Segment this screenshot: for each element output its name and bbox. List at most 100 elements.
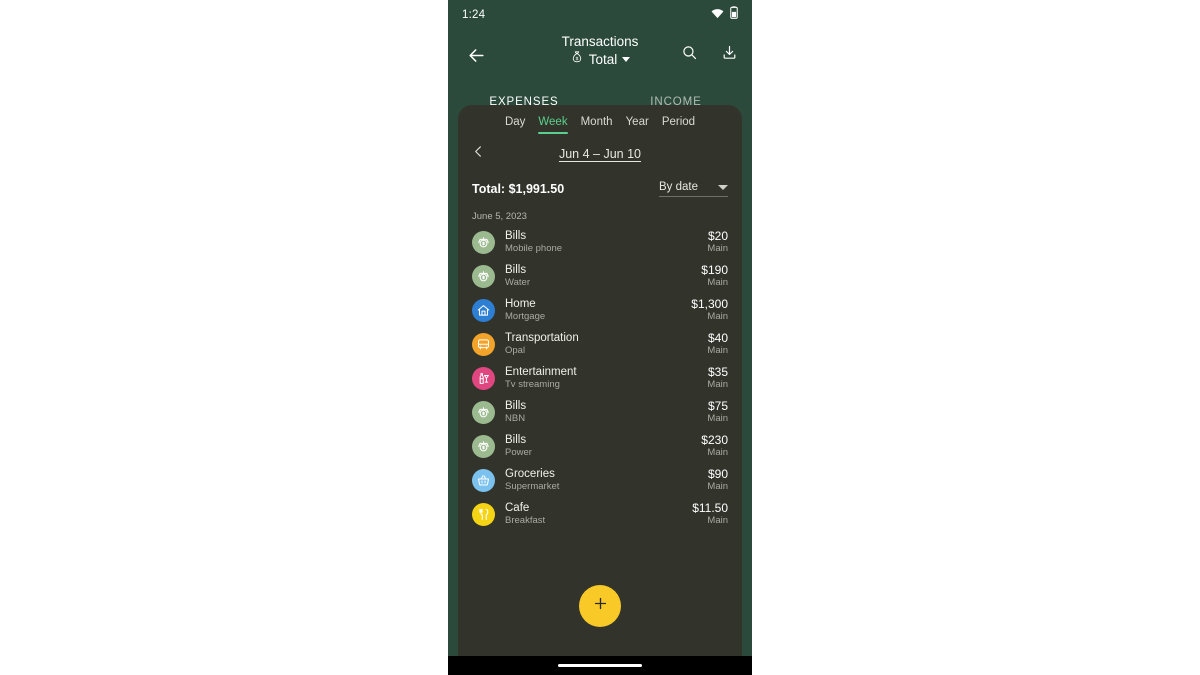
range-year-indicator [626,132,649,134]
sort-dropdown[interactable]: By date [659,181,728,197]
transaction-category: Transportation [505,332,579,345]
transaction-note: Breakfast [505,515,546,527]
transaction-values: $40 Main [707,331,728,358]
chevron-down-icon [718,184,728,190]
transaction-row[interactable]: Entertainment Tv streaming $35 Main [458,361,742,395]
transaction-text: Bills NBN [505,399,707,425]
transaction-text: Bills Water [505,263,701,289]
range-month[interactable]: Month [581,116,613,134]
transaction-amount: $190 [701,262,728,277]
transaction-amount: $90 [707,466,728,481]
transaction-note: Tv streaming [505,379,560,391]
status-bar: 1:24 [448,0,752,30]
transaction-text: Home Mortgage [505,297,691,323]
range-period[interactable]: Period [662,116,695,134]
search-icon [681,44,698,66]
transaction-category: Bills [505,230,527,243]
transaction-amount: $40 [707,330,728,345]
phone-screen: 1:24 Transactions $ Total EXPENSES INCOM… [448,0,752,656]
transaction-note: NBN [505,413,526,425]
transaction-category: Bills [505,264,527,277]
transaction-text: Bills Mobile phone [505,229,707,255]
basket-icon [472,468,495,492]
transaction-note: Power [505,447,532,459]
date-range-label[interactable]: Jun 4 – Jun 10 [559,147,641,161]
plus-icon [592,595,609,617]
range-day[interactable]: Day [505,116,525,134]
period-range-tabs: Day Week Month Year Period [458,105,742,139]
system-nav-bar [448,656,752,675]
home-indicator[interactable] [558,664,642,667]
download-icon [721,44,738,66]
chevron-left-icon [471,144,486,164]
transaction-row[interactable]: Home Mortgage $1,300 Main [458,293,742,327]
transaction-list: Bills Mobile phone $20 Main Bills Water $190 Ma… [458,225,742,531]
transaction-row[interactable]: Cafe Breakfast $11.50 Main [458,497,742,531]
transaction-account: Main [707,345,728,357]
date-group-header: June 5, 2023 [472,211,527,222]
range-day-indicator [505,132,525,134]
transaction-amount: $1,300 [691,296,728,311]
transaction-row[interactable]: Bills Mobile phone $20 Main [458,225,742,259]
range-week-label: Week [538,116,568,128]
transaction-account: Main [707,379,728,391]
transaction-account: Main [707,481,728,493]
transaction-values: $230 Main [701,433,728,460]
transaction-account: Main [707,413,728,425]
transaction-amount: $75 [707,398,728,413]
transaction-amount: $230 [701,432,728,447]
range-month-label: Month [580,116,613,128]
transaction-category: Groceries [505,468,555,481]
transaction-account: Main [707,447,728,459]
drinks-icon [472,366,495,390]
previous-week-button[interactable] [466,142,490,166]
sort-dropdown-label: By date [659,181,698,193]
transaction-note: Mobile phone [505,243,563,255]
transaction-values: $90 Main [707,467,728,494]
svg-text:$: $ [575,56,578,62]
transaction-text: Groceries Supermarket [505,467,707,493]
transaction-row[interactable]: Bills Power $230 Main [458,429,742,463]
transaction-row[interactable]: Bills NBN $75 Main [458,395,742,429]
transaction-amount: $35 [707,364,728,379]
transaction-values: $20 Main [707,229,728,256]
add-transaction-button[interactable] [579,585,621,627]
bus-icon [472,332,495,356]
transaction-values: $11.50 Main [692,501,728,528]
transaction-text: Cafe Breakfast [505,501,692,527]
cutlery-icon [472,502,495,526]
transaction-values: $1,300 Main [691,297,728,324]
range-year[interactable]: Year [626,116,649,134]
transaction-amount: $20 [707,228,728,243]
status-clock: 1:24 [462,9,486,21]
range-week[interactable]: Week [538,116,568,134]
bills-icon [472,264,495,288]
bills-icon [472,434,495,458]
total-amount: Total: $1,991.50 [472,182,565,196]
phone-frame: 1:24 Transactions $ Total EXPENSES INCOM… [448,0,752,675]
transaction-note: Mortgage [505,311,546,323]
transaction-row[interactable]: Groceries Supermarket $90 Main [458,463,742,497]
export-button[interactable] [716,42,742,68]
transaction-values: $190 Main [701,263,728,290]
transaction-row[interactable]: Bills Water $190 Main [458,259,742,293]
transaction-text: Transportation Opal [505,331,707,357]
search-button[interactable] [676,42,702,68]
account-label: Total [588,52,618,67]
app-bar: Transactions $ Total [448,30,752,102]
range-week-indicator [538,132,568,134]
account-selector[interactable]: $ Total [570,50,631,69]
transaction-category: Entertainment [505,366,577,379]
bills-icon [472,400,495,424]
transaction-category: Home [505,298,536,311]
transaction-amount: $11.50 [692,500,728,515]
transaction-row[interactable]: Transportation Opal $40 Main [458,327,742,361]
page-title: Transactions [561,34,639,49]
transaction-account: Main [707,515,728,527]
home-icon [472,298,495,322]
screenshot-canvas: 1:24 Transactions $ Total EXPENSES INCOM… [0,0,1200,675]
transaction-account: Main [707,243,728,255]
transaction-note: Water [505,277,530,289]
status-icons [711,6,738,24]
transaction-values: $75 Main [707,399,728,426]
